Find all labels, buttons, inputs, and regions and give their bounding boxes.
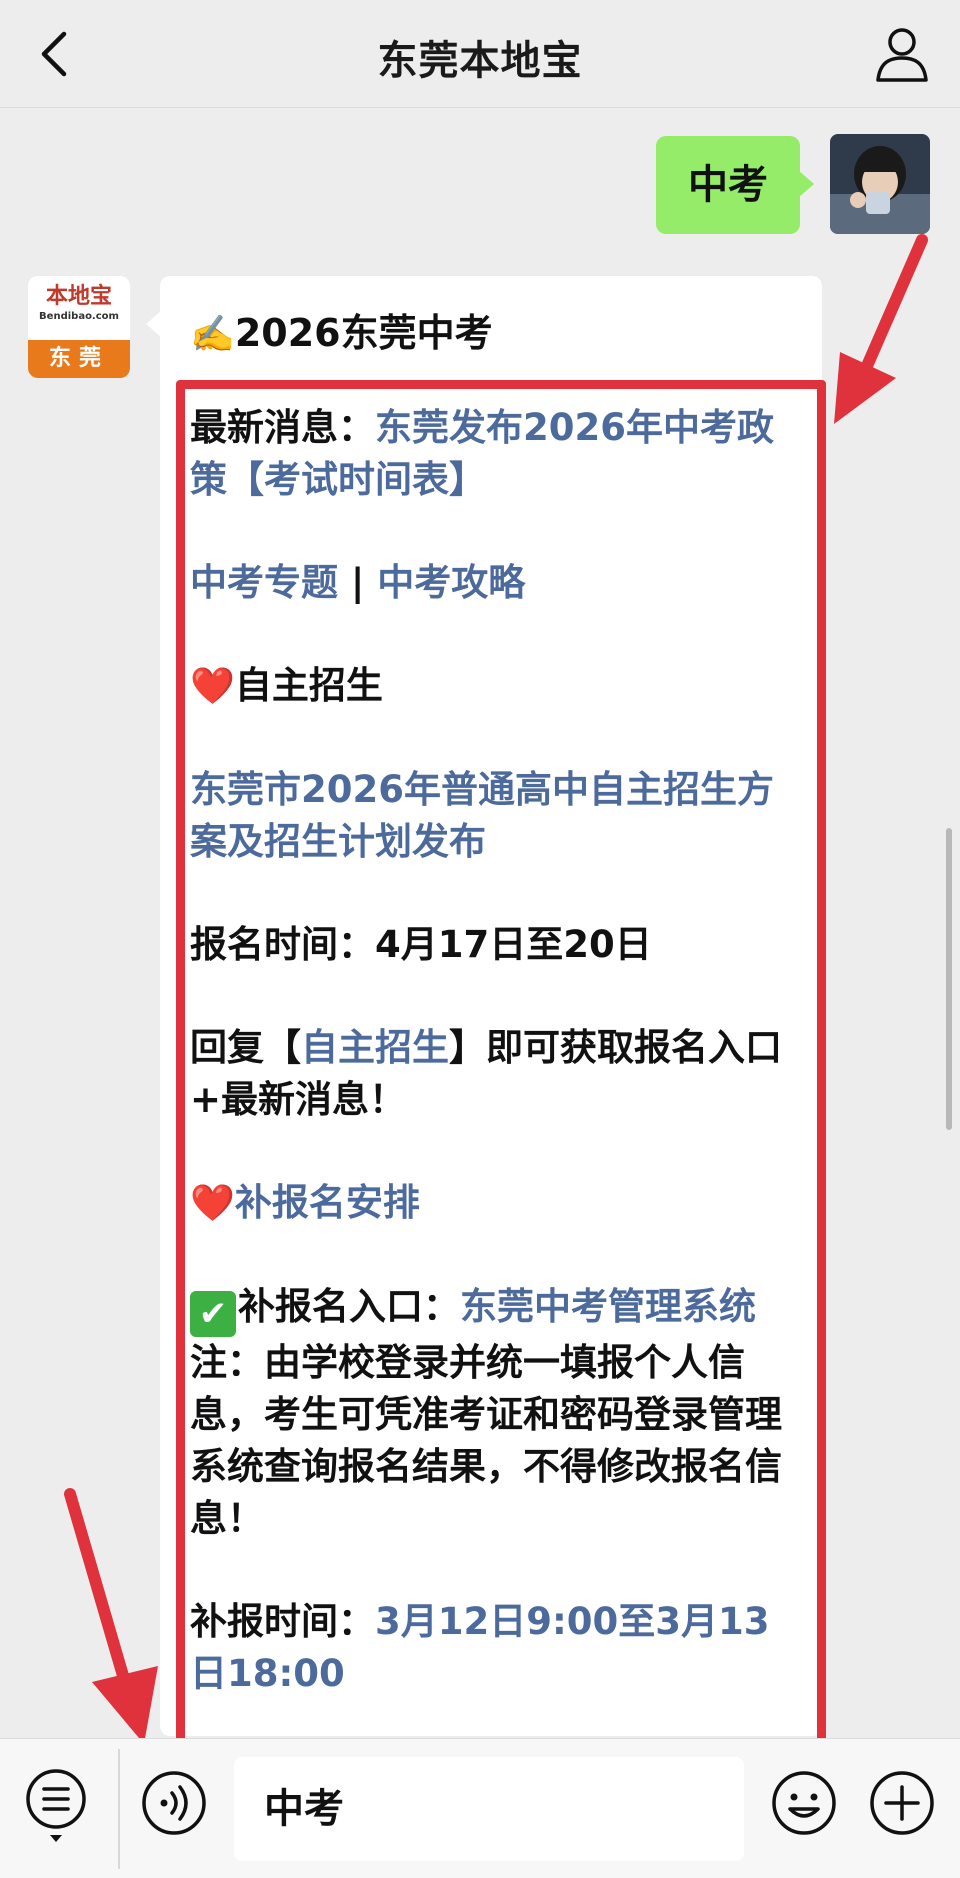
plus-circle-icon[interactable]	[868, 1769, 936, 1837]
logo-text: 本地宝	[45, 284, 112, 309]
emoji-face-icon[interactable]	[770, 1769, 838, 1837]
exam-guide-link[interactable]: 中考攻略	[377, 561, 525, 604]
check-mark-icon: ✔	[190, 1291, 236, 1337]
entry-label: 补报名入口：	[238, 1285, 460, 1328]
message-title: ✍️2026东莞中考	[190, 302, 493, 357]
navigation-bar: 东莞本地宝	[0, 0, 960, 108]
reply-prefix: 回复【	[190, 1026, 301, 1069]
chat-input-bar: 中考	[0, 1738, 960, 1878]
heart-icon: ❤️	[190, 1183, 235, 1224]
message-title-text: 2026东莞中考	[234, 311, 493, 355]
latest-news-label: 最新消息：	[190, 406, 375, 449]
message-body: 最新消息：东莞发布2026年中考政策【考试时间表】 中考专题 | 中考攻略 ❤️…	[190, 402, 802, 1700]
exam-system-link[interactable]: 东莞中考管理系统	[460, 1285, 756, 1328]
link-separator: |	[338, 561, 378, 604]
red-arrow-icon	[834, 234, 928, 424]
city-badge: 东莞	[28, 340, 130, 378]
exam-topic-link[interactable]: 中考专题	[190, 561, 338, 604]
voice-icon[interactable]	[140, 1769, 208, 1837]
menu-list-icon[interactable]	[22, 1765, 94, 1845]
official-account-avatar[interactable]: 本地宝 Bendibao.com 东莞	[28, 276, 130, 378]
chat-title: 东莞本地宝	[377, 38, 583, 84]
section-title-independent-admission: 自主招生	[234, 664, 383, 707]
makeup-registration-link[interactable]: 补报名安排	[235, 1181, 420, 1224]
note-text: 注：由学校登录并统一填报个人信息，考生可凭准考证和密码登录管理系统查询报名结果，…	[190, 1341, 782, 1540]
red-arrow-icon	[64, 1488, 158, 1744]
user-avatar[interactable]	[830, 134, 930, 234]
reply-keyword-link[interactable]: 自主招生	[301, 1026, 449, 1069]
heart-icon: ❤️	[190, 666, 235, 707]
writing-hand-icon: ✍️	[190, 314, 235, 355]
admission-plan-link[interactable]: 东莞市2026年普通高中自主招生方案及招生计划发布	[190, 768, 774, 863]
makeup-time-label: 补报时间：	[190, 1600, 375, 1643]
logo-subtext: Bendibao.com	[39, 311, 119, 322]
scroll-indicator	[946, 828, 952, 1130]
input-divider	[118, 1749, 120, 1869]
signup-time-text: 报名时间：4月17日至20日	[190, 923, 652, 966]
sent-message-bubble[interactable]: 中考	[656, 136, 814, 234]
user-profile-icon[interactable]	[870, 22, 934, 86]
message-input[interactable]: 中考	[234, 1757, 744, 1861]
